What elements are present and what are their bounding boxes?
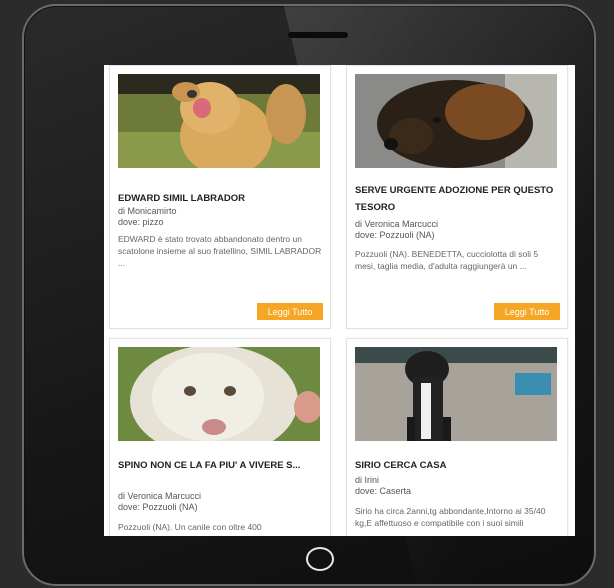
adoption-card: SERVE URGENTE ADOZIONE PER QUESTO TESORO… [346,65,568,329]
card-title[interactable]: SIRIO CERCA CASA [355,457,560,474]
tablet-frame: EDWARD SIMIL LABRADOR di Monicamirto dov… [22,4,596,586]
dog-photo[interactable] [118,347,320,441]
card-location: dove: pizzo [118,217,164,227]
card-location: dove: Pozzuoli (NA) [355,230,435,240]
card-excerpt: EDWARD è stato trovato abbandonato dentr… [118,234,322,268]
read-more-button[interactable]: Leggi Tutto [494,303,560,320]
adoption-card: EDWARD SIMIL LABRADOR di Monicamirto dov… [109,65,331,329]
dog-photo[interactable] [355,347,557,441]
read-more-button[interactable]: Leggi Tutto [257,303,323,320]
card-excerpt: Sirio ha circa 2anni,tg abbondante,Intor… [355,506,546,528]
card-author: di Veronica Marcucci [355,219,439,229]
card-location: dove: Pozzuoli (NA) [118,502,198,512]
card-excerpt: Pozzuoli (NA). Un canile con oltre 400 [118,522,262,532]
card-location: dove: Caserta [355,486,412,496]
home-button[interactable] [306,547,334,571]
card-author: di Monicamirto [118,206,177,216]
dog-photo[interactable] [118,74,320,168]
tablet-screen: EDWARD SIMIL LABRADOR di Monicamirto dov… [104,65,575,536]
card-excerpt: Pozzuoli (NA). BENEDETTA, cucciolotta di… [355,249,539,271]
card-author: di Veronica Marcucci [118,491,202,501]
dog-photo[interactable] [355,74,557,168]
adoption-card: SIRIO CERCA CASA di Irini dove: Caserta … [346,338,568,536]
card-title[interactable]: EDWARD SIMIL LABRADOR [118,190,323,207]
card-title[interactable]: SPINO NON CE LA FA PIU' A VIVERE S... [118,457,323,474]
card-author: di Irini [355,475,380,485]
adoption-card: SPINO NON CE LA FA PIU' A VIVERE S... di… [109,338,331,536]
card-title[interactable]: SERVE URGENTE ADOZIONE PER QUESTO TESORO [355,182,560,216]
speaker-slot [288,32,348,38]
